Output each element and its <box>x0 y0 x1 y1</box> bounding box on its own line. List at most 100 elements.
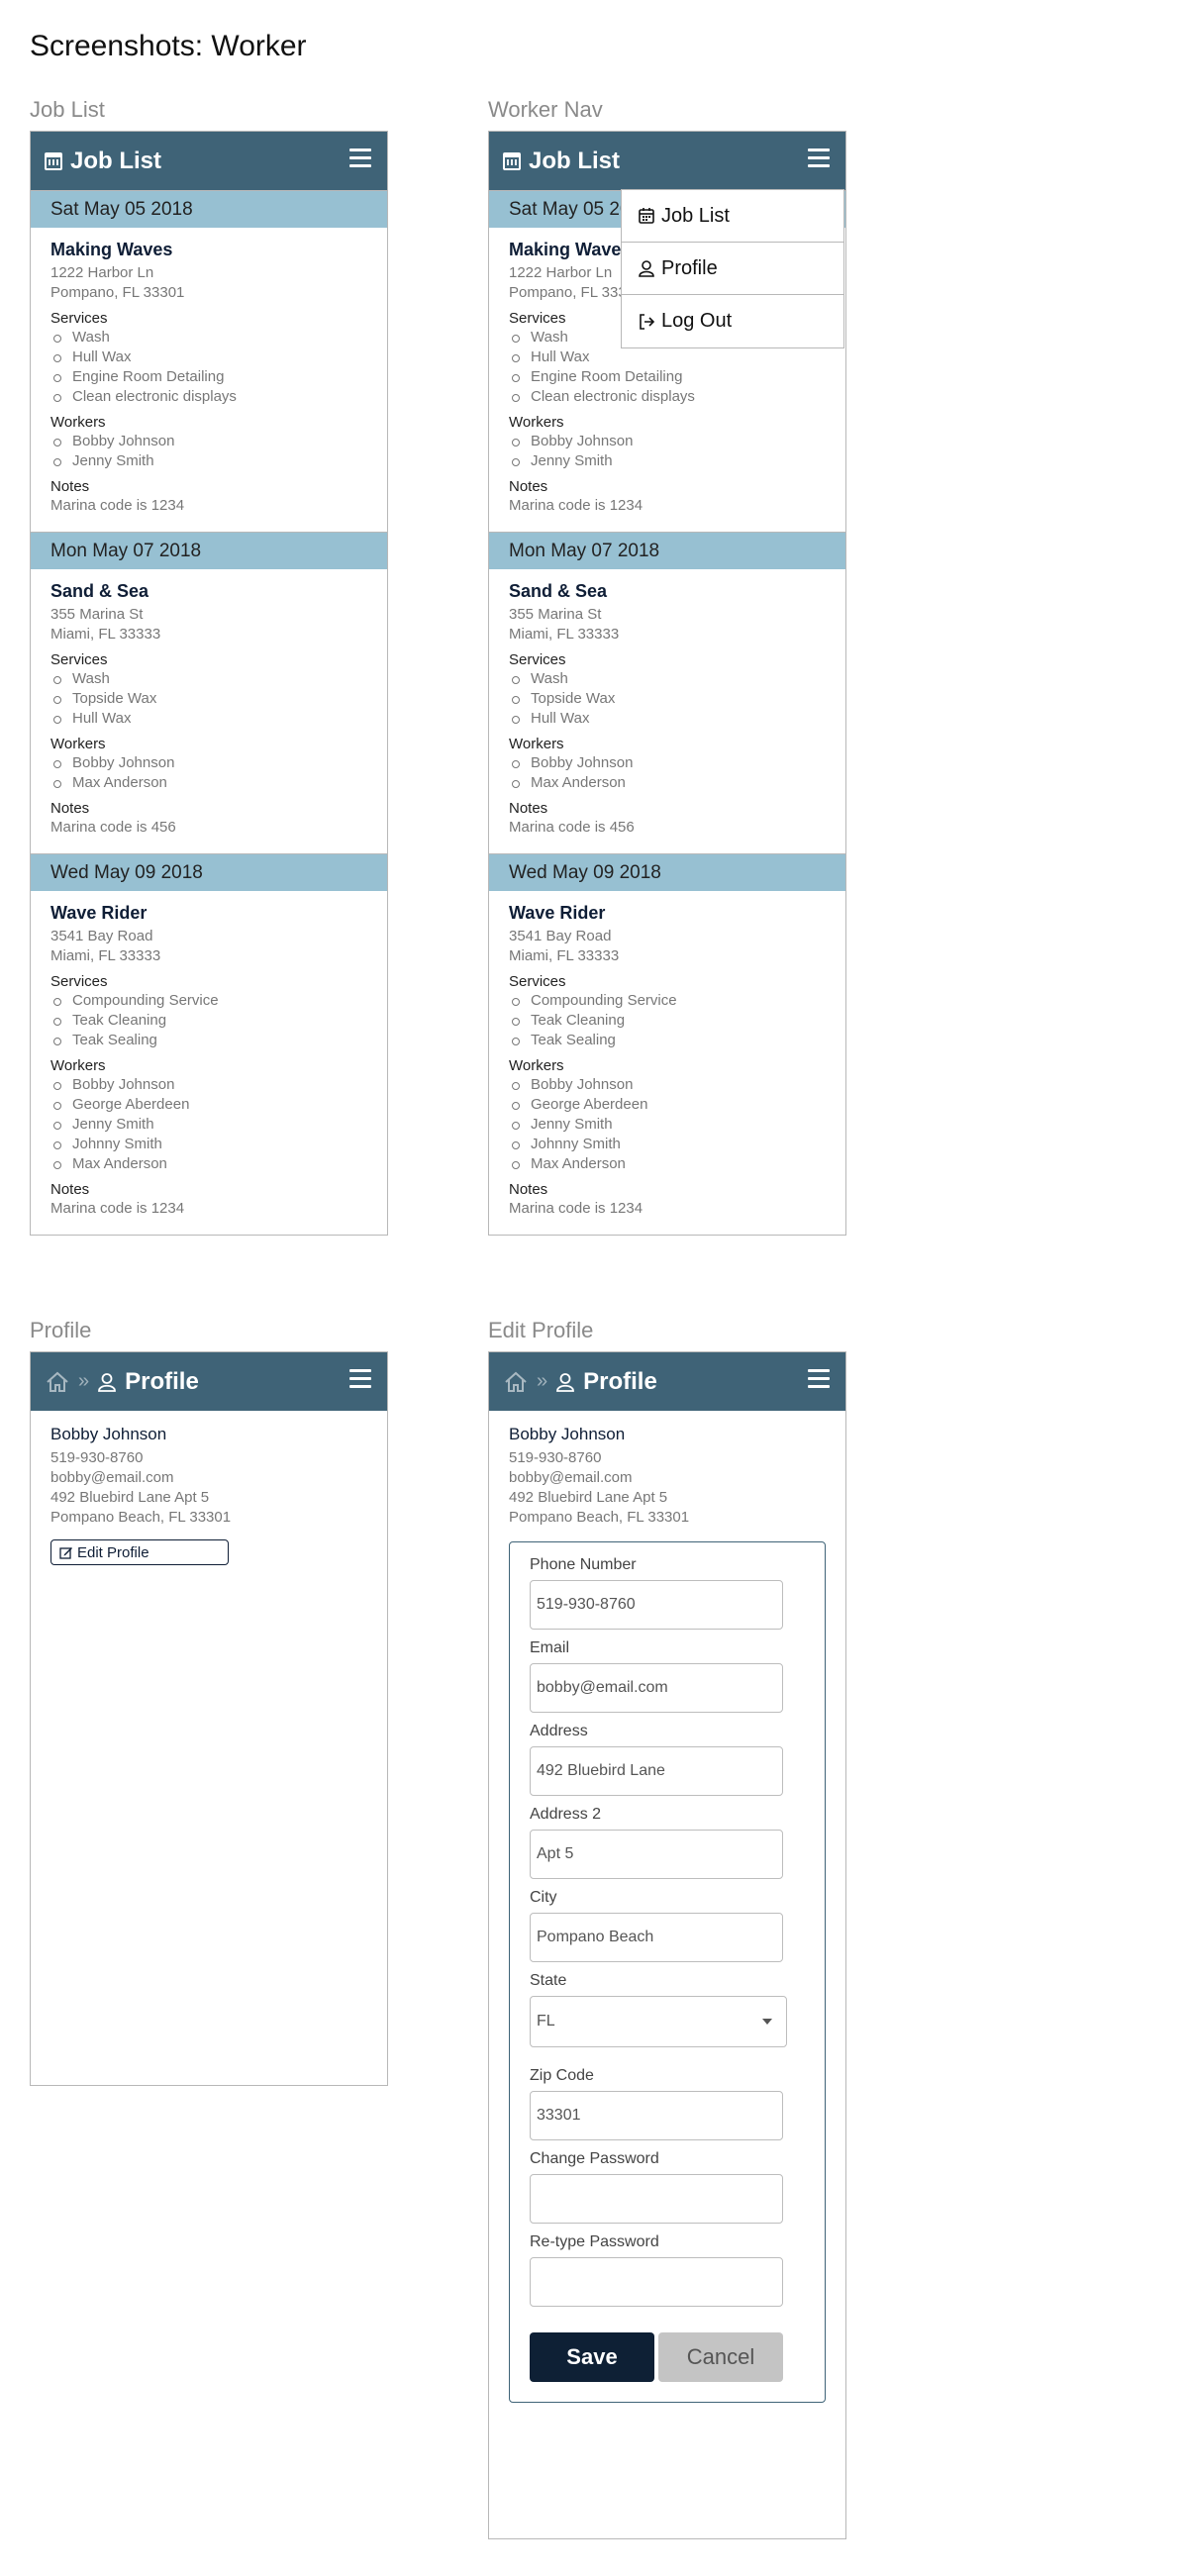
hamburger-menu-icon[interactable] <box>808 149 830 168</box>
service-item: Clean electronic displays <box>509 387 826 407</box>
job-card[interactable]: Sand & Sea 355 Marina St Miami, FL 33333 Se… <box>31 569 387 853</box>
state-label: State <box>530 1972 567 1989</box>
profile-screen: » Profile Bobby Johnson 519-930-8760 bob… <box>30 1351 388 2086</box>
service-item: Compounding Service <box>50 991 367 1011</box>
services-heading: Services <box>50 973 108 990</box>
save-button[interactable]: Save <box>530 2332 654 2382</box>
job-address-line1: 3541 Bay Road <box>50 928 153 944</box>
job-group: Wed May 09 2018 Wave Rider 3541 Bay Road Mi… <box>489 853 845 1235</box>
edit-profile-label: Edit Profile <box>77 1543 149 1561</box>
service-item: Wash <box>509 669 826 689</box>
job-list-screen: Job List Sat May 05 2018 Making Waves 1222… <box>30 131 388 1236</box>
user-icon <box>98 1372 117 1392</box>
top-bar: Job List <box>489 132 845 190</box>
address2-label: Address 2 <box>530 1806 602 1823</box>
cancel-button[interactable]: Cancel <box>658 2332 783 2382</box>
address-field[interactable]: 492 Bluebird Lane <box>530 1746 783 1796</box>
job-card[interactable]: Sand & Sea 355 Marina St Miami, FL 33333 Se… <box>489 569 845 853</box>
nav-item-label: Log Out <box>661 310 733 332</box>
city-field[interactable]: Pompano Beach <box>530 1913 783 1962</box>
retype-password-label: Re-type Password <box>530 2233 659 2250</box>
service-item: Wash <box>50 669 367 689</box>
calendar-icon <box>639 208 654 224</box>
logout-icon <box>640 313 655 330</box>
screen-title: Job List <box>529 147 621 174</box>
job-notes: Marina code is 456 <box>50 819 176 836</box>
job-group: Wed May 09 2018 Wave Rider 3541 Bay Road Mi… <box>31 853 387 1235</box>
job-address-line2: Pompano, FL 33301 <box>50 284 185 301</box>
change-password-label: Change Password <box>530 2150 659 2167</box>
profile-city-line: Pompano Beach, FL 33301 <box>509 1509 690 1526</box>
change-password-field[interactable] <box>530 2174 783 2224</box>
nav-item-log-out[interactable]: Log Out <box>622 295 843 347</box>
double-chevron-icon: » <box>78 1370 90 1392</box>
notes-heading: Notes <box>50 1181 90 1198</box>
service-item: Wash <box>50 328 367 347</box>
home-icon[interactable] <box>45 1370 70 1394</box>
worker-item: Bobby Johnson <box>509 753 826 773</box>
phone-field[interactable]: 519-930-8760 <box>530 1580 783 1630</box>
job-notes: Marina code is 1234 <box>50 497 185 514</box>
job-group: Mon May 07 2018 Sand & Sea 355 Marina St Mi… <box>489 532 845 853</box>
services-heading: Services <box>50 651 108 668</box>
edit-profile-form: Phone Number 519-930-8760 Email bobby@em… <box>509 1541 826 2403</box>
calendar-icon <box>503 151 521 170</box>
retype-password-field[interactable] <box>530 2257 783 2307</box>
caret-down-icon <box>762 2019 772 2025</box>
address2-field[interactable]: Apt 5 <box>530 1830 783 1879</box>
job-address-line1: 355 Marina St <box>509 606 602 623</box>
zip-field[interactable]: 33301 <box>530 2091 783 2140</box>
job-card[interactable]: Making Waves 1222 Harbor Ln Pompano, FL 33… <box>31 228 387 532</box>
state-select[interactable]: FL <box>530 1996 787 2047</box>
nav-item-job-list[interactable]: Job List <box>622 190 843 243</box>
edit-icon <box>59 1547 72 1559</box>
section-label-edit-profile: Edit Profile <box>488 1318 594 1342</box>
service-item: Teak Sealing <box>509 1031 826 1050</box>
worker-item: Johnny Smith <box>509 1135 826 1154</box>
job-notes: Marina code is 1234 <box>509 497 644 514</box>
job-address-line2: Miami, FL 33333 <box>50 947 161 964</box>
workers-heading: Workers <box>50 736 106 752</box>
double-chevron-icon: » <box>537 1370 548 1392</box>
hamburger-menu-icon[interactable] <box>349 1369 371 1389</box>
worker-item: Jenny Smith <box>50 1115 367 1135</box>
home-icon[interactable] <box>503 1370 529 1394</box>
email-field[interactable]: bobby@email.com <box>530 1663 783 1713</box>
user-icon <box>556 1372 575 1392</box>
nav-item-label: Job List <box>661 204 730 227</box>
job-list: Sat May 05 2018 Making Waves 1222 Harbor L… <box>31 190 387 1235</box>
edit-profile-button[interactable]: Edit Profile <box>50 1539 229 1565</box>
job-card[interactable]: Wave Rider 3541 Bay Road Miami, FL 33333 Se… <box>31 891 387 1235</box>
job-group: Mon May 07 2018 Sand & Sea 355 Marina St Mi… <box>31 532 387 853</box>
worker-item: Bobby Johnson <box>50 1075 367 1095</box>
job-name: Sand & Sea <box>509 581 608 601</box>
job-address-line2: Miami, FL 33333 <box>50 626 161 643</box>
top-bar: » Profile <box>489 1352 845 1411</box>
worker-item: Bobby Johnson <box>50 753 367 773</box>
service-item: Hull Wax <box>50 347 367 367</box>
state-select-value: FL <box>537 2013 555 2030</box>
notes-heading: Notes <box>509 478 548 495</box>
service-item: Topside Wax <box>509 689 826 709</box>
nav-item-profile[interactable]: Profile <box>622 243 843 295</box>
nav-dropdown: Job List Profile Log Out <box>621 189 844 348</box>
hamburger-menu-icon[interactable] <box>349 149 371 168</box>
notes-heading: Notes <box>509 1181 548 1198</box>
job-notes: Marina code is 456 <box>509 819 635 836</box>
profile-name: Bobby Johnson <box>509 1425 626 1443</box>
hamburger-menu-icon[interactable] <box>808 1369 830 1389</box>
worker-item: Max Anderson <box>50 773 367 793</box>
page-title: Screenshots: Worker <box>30 30 307 62</box>
profile-details: Bobby Johnson 519-930-8760 bobby@email.c… <box>489 1411 845 1528</box>
screen-title: Job List <box>70 147 162 174</box>
notes-heading: Notes <box>50 800 90 817</box>
job-address-line1: 1222 Harbor Ln <box>50 264 154 281</box>
job-address-line2: Miami, FL 33333 <box>509 947 620 964</box>
user-icon <box>639 260 654 277</box>
top-bar: Job List <box>31 132 387 190</box>
date-header: Mon May 07 2018 <box>31 532 387 569</box>
job-card[interactable]: Wave Rider 3541 Bay Road Miami, FL 33333 Se… <box>489 891 845 1235</box>
service-item: Teak Cleaning <box>509 1011 826 1031</box>
worker-item: George Aberdeen <box>50 1095 367 1115</box>
date-header: Wed May 09 2018 <box>489 853 845 891</box>
